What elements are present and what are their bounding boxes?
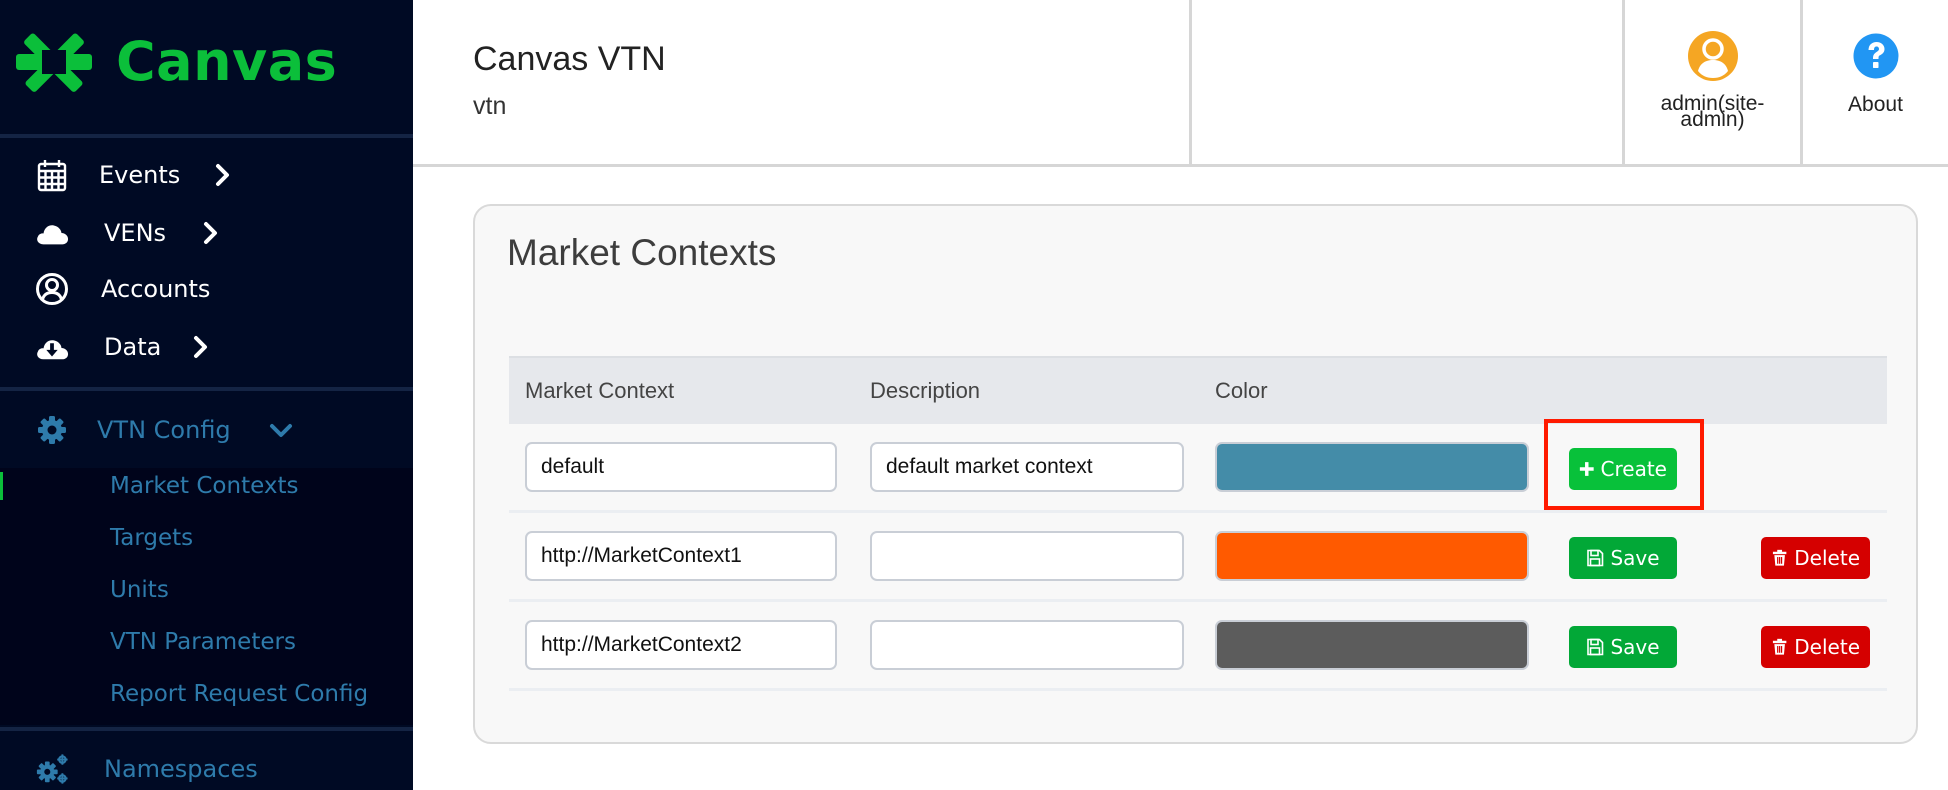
- save-button-label: Save: [1610, 635, 1660, 659]
- sidebar-item-accounts[interactable]: Accounts: [0, 264, 413, 314]
- card-title: Market Contexts: [507, 232, 777, 273]
- trash-icon: [1772, 638, 1787, 655]
- trash-icon: [1772, 549, 1787, 566]
- description-input[interactable]: [870, 531, 1184, 581]
- create-button-label: Create: [1600, 457, 1667, 481]
- table-row: Save Delete: [509, 602, 1887, 691]
- user-circle-icon: [34, 271, 70, 307]
- save-button[interactable]: Save: [1569, 537, 1677, 579]
- create-button[interactable]: Create: [1569, 448, 1677, 490]
- sidebar-divider: [0, 387, 413, 391]
- sidebar-item-data[interactable]: Data: [0, 322, 413, 372]
- chevron-right-icon: [194, 336, 207, 358]
- about-label: About: [1848, 93, 1903, 116]
- market-contexts-card: Market Contexts Market Context Descripti…: [473, 204, 1918, 744]
- calendar-icon: [34, 157, 70, 193]
- sidebar-item-label: Data: [104, 333, 162, 361]
- column-header-color: Color: [1215, 378, 1268, 403]
- color-picker[interactable]: [1215, 620, 1529, 670]
- sidebar: Canvas Events VENs Accounts Data VTN Con…: [0, 0, 413, 790]
- sidebar-divider: [0, 727, 413, 731]
- delete-button-label: Delete: [1794, 635, 1860, 659]
- sidebar-item-label: Namespaces: [104, 755, 258, 783]
- description-input[interactable]: [870, 620, 1184, 670]
- active-indicator: [0, 472, 3, 500]
- brand-name: Canvas: [116, 30, 338, 93]
- table-row: Save Delete: [509, 513, 1887, 602]
- color-picker[interactable]: [1215, 531, 1529, 581]
- delete-button[interactable]: Delete: [1761, 537, 1870, 579]
- top-header: Canvas VTN vtn admin(site- admin) About: [413, 0, 1948, 167]
- delete-button[interactable]: Delete: [1761, 626, 1870, 668]
- sidebar-item-vens[interactable]: VENs: [0, 208, 413, 258]
- cloud-icon: [34, 215, 70, 251]
- market-context-input[interactable]: [525, 531, 837, 581]
- user-avatar-icon: [1687, 31, 1738, 81]
- sidebar-item-namespaces[interactable]: Namespaces: [0, 744, 413, 790]
- gear-icon: [34, 412, 70, 448]
- sidebar-subitem-vtn-parameters[interactable]: VTN Parameters: [110, 625, 296, 659]
- chevron-right-icon: [204, 222, 217, 244]
- sidebar-divider: [0, 134, 413, 138]
- sidebar-subitem-market-contexts[interactable]: Market Contexts: [110, 469, 298, 503]
- sidebar-item-label: VTN Config: [97, 416, 231, 444]
- save-icon: [1587, 549, 1604, 567]
- about-button[interactable]: About: [1803, 0, 1948, 164]
- market-context-input[interactable]: [525, 620, 837, 670]
- help-icon: [1853, 33, 1898, 79]
- user-label: admin(site- admin): [1661, 93, 1765, 130]
- chevron-right-icon: [216, 164, 229, 186]
- table-header: Market Context Description Color: [509, 356, 1887, 424]
- save-icon: [1587, 638, 1604, 656]
- user-menu-button[interactable]: admin(site- admin): [1625, 0, 1800, 164]
- app-subtitle: vtn: [473, 92, 507, 120]
- column-header-description: Description: [870, 378, 981, 403]
- color-picker[interactable]: [1215, 442, 1529, 492]
- sidebar-subitem-units[interactable]: Units: [110, 573, 169, 607]
- cloud-download-icon: [34, 329, 70, 365]
- sidebar-item-label: Events: [99, 161, 181, 189]
- sidebar-subitem-report-request-config[interactable]: Report Request Config: [110, 677, 368, 711]
- sidebar-item-vtn-config[interactable]: VTN Config: [0, 405, 413, 455]
- plus-icon: [1579, 462, 1594, 476]
- delete-button-label: Delete: [1794, 546, 1860, 570]
- sidebar-item-events[interactable]: Events: [0, 150, 413, 200]
- save-button-label: Save: [1610, 546, 1660, 570]
- sidebar-item-label: VENs: [104, 219, 167, 247]
- column-header-market-context: Market Context: [525, 378, 675, 403]
- app-root: Canvas Events VENs Accounts Data VTN Con…: [0, 0, 1948, 790]
- sidebar-item-label: Accounts: [101, 275, 211, 303]
- table-row: Create: [509, 424, 1887, 513]
- canvas-logo-icon: [16, 33, 92, 92]
- sidebar-subitem-targets[interactable]: Targets: [110, 521, 193, 555]
- market-contexts-table: Market Context Description Color Create: [509, 356, 1887, 691]
- save-button[interactable]: Save: [1569, 626, 1677, 668]
- header-divider: [1189, 0, 1192, 165]
- app-title: Canvas VTN: [473, 40, 666, 78]
- market-context-input[interactable]: [525, 442, 837, 492]
- gears-icon: [34, 751, 70, 787]
- brand-logo[interactable]: Canvas: [14, 30, 337, 94]
- chevron-down-icon: [270, 424, 292, 437]
- description-input[interactable]: [870, 442, 1184, 492]
